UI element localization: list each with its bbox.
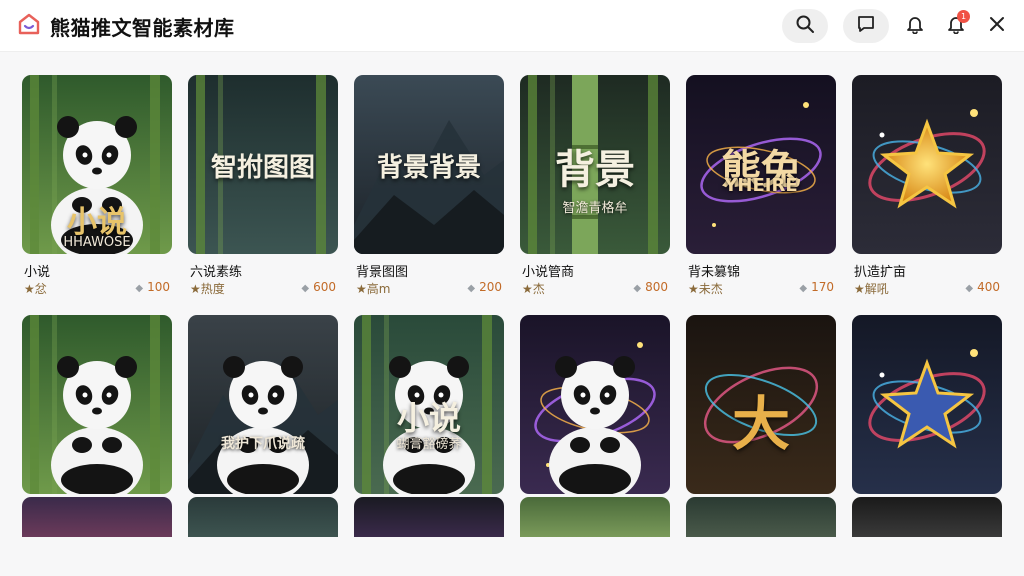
thumbnail-art-text: 大 <box>731 390 790 458</box>
message-button[interactable] <box>843 9 889 43</box>
message-square-icon <box>856 14 876 38</box>
card-tag: ★忿 <box>24 282 47 296</box>
card-thumbnail[interactable]: 小说 HHAWOSE <box>22 75 172 254</box>
card-thumbnail[interactable]: 我护下爪说疏 <box>188 315 338 494</box>
card-tag: ★热度 <box>190 282 225 296</box>
thumbnail-art-subtext: 智澹青格牟 <box>562 201 628 216</box>
card-thumbnail[interactable]: 熊兔 YHEIRE <box>686 75 836 254</box>
card-thumbnail[interactable]: 背景 智澹青格牟 <box>520 75 670 254</box>
material-card[interactable]: 背景背景背景图图 ★高m ◆ 200 <box>354 75 504 300</box>
card-thumbnail-peek[interactable] <box>686 497 836 537</box>
card-title: 小说 <box>24 265 51 280</box>
card-title: 扒造扩亩 <box>854 265 907 280</box>
card-thumbnail[interactable]: 大 <box>686 315 836 494</box>
card-thumbnail-peek[interactable] <box>354 497 504 537</box>
thumbnail-art-subtext: 蝴膏豁磅荞 <box>396 437 462 452</box>
card-count: ◆ 400 <box>965 280 1000 294</box>
card-thumbnail[interactable]: 智拊图图 <box>188 75 338 254</box>
card-meta: ★解吼 ◆ 400 <box>854 280 1000 296</box>
home-logo-icon[interactable] <box>17 12 41 36</box>
thumbnail-art-subtext: HHAWOSE <box>63 235 131 250</box>
card-meta: ★忿 ◆ 100 <box>24 280 170 296</box>
card-meta: ★杰 ◆ 800 <box>522 280 668 296</box>
diamond-icon: ◆ <box>467 283 476 294</box>
card-thumbnail-peek[interactable] <box>852 497 1002 537</box>
card-tag: ★未杰 <box>688 282 723 296</box>
diamond-icon: ◆ <box>135 283 144 294</box>
close-button[interactable] <box>983 12 1011 40</box>
card-title: 背未篡锦 <box>688 265 741 280</box>
card-meta: ★高m ◆ 200 <box>356 280 502 296</box>
close-icon <box>988 15 1006 37</box>
card-title: 小说管商 <box>522 265 575 280</box>
card-tag: ★解吼 <box>854 282 889 296</box>
card-thumbnail[interactable] <box>520 315 670 494</box>
card-count-value: 200 <box>479 280 502 294</box>
bell-icon <box>905 14 925 38</box>
thumbnail-art-text: 背景背景 <box>376 153 481 183</box>
card-count-value: 170 <box>811 280 834 294</box>
card-thumbnail-peek[interactable] <box>188 497 338 537</box>
notification-button[interactable]: 1 <box>942 10 970 40</box>
card-tag: ★杰 <box>522 282 545 296</box>
search-button[interactable] <box>782 9 828 43</box>
thumbnail-art-text: 智拊图图 <box>210 153 315 183</box>
diamond-icon: ◆ <box>799 283 808 294</box>
material-card[interactable]: 智拊图图六说素练 ★热度 ◆ 600 <box>188 75 338 300</box>
diamond-icon: ◆ <box>965 283 974 294</box>
card-thumbnail-peek[interactable] <box>22 497 172 537</box>
top-bar: 熊猫推文智能素材库 1 <box>0 0 1024 52</box>
notification-badge: 1 <box>957 10 970 23</box>
card-thumbnail[interactable] <box>852 75 1002 254</box>
card-title: 六说素练 <box>190 265 243 280</box>
card-count-value: 400 <box>977 280 1000 294</box>
card-count: ◆800 <box>633 280 668 294</box>
thumbnail-art-text: 背景 <box>555 146 635 193</box>
card-count-value: 600 <box>313 280 336 294</box>
bell-button[interactable] <box>901 12 929 40</box>
card-thumbnail[interactable] <box>852 315 1002 494</box>
card-count-value: 100 <box>147 280 170 294</box>
card-title: 背景图图 <box>356 265 409 280</box>
card-count-value: 800 <box>645 280 668 294</box>
material-card[interactable]: 背景智澹青格牟小说管商 ★杰 ◆ 800 <box>520 75 670 300</box>
card-meta: ★热度 ◆ 600 <box>190 280 336 296</box>
card-thumbnail[interactable] <box>22 315 172 494</box>
card-meta: ★未杰 ◆ 170 <box>688 280 834 296</box>
material-card[interactable]: 熊兔 YHEIRE 背未篡锦 ★未杰 ◆ 170 <box>686 75 836 300</box>
card-count: ◆ 170 <box>799 280 834 294</box>
diamond-icon: ◆ <box>301 283 310 294</box>
card-thumbnail[interactable]: 背景背景 <box>354 75 504 254</box>
card-count: ◆100 <box>135 280 170 294</box>
card-tag: ★高m <box>356 282 391 296</box>
card-thumbnail[interactable]: 小说 蝴膏豁磅荞 <box>354 315 504 494</box>
card-thumbnail-peek[interactable] <box>520 497 670 537</box>
card-count: ◆ 200 <box>467 280 502 294</box>
thumbnail-art-subtext: 我护下爪说疏 <box>221 436 305 452</box>
material-card[interactable]: 扒造扩亩 ★解吼 ◆ 400 <box>852 75 1002 300</box>
card-count: ◆600 <box>301 280 336 294</box>
diamond-icon: ◆ <box>633 283 642 294</box>
search-icon <box>795 14 815 38</box>
thumbnail-art-subtext: YHEIRE <box>724 175 798 196</box>
app-title: 熊猫推文智能素材库 <box>50 16 235 40</box>
material-card[interactable]: 小说 HHAWOSE 小说 ★忿 ◆ 100 <box>22 75 172 300</box>
